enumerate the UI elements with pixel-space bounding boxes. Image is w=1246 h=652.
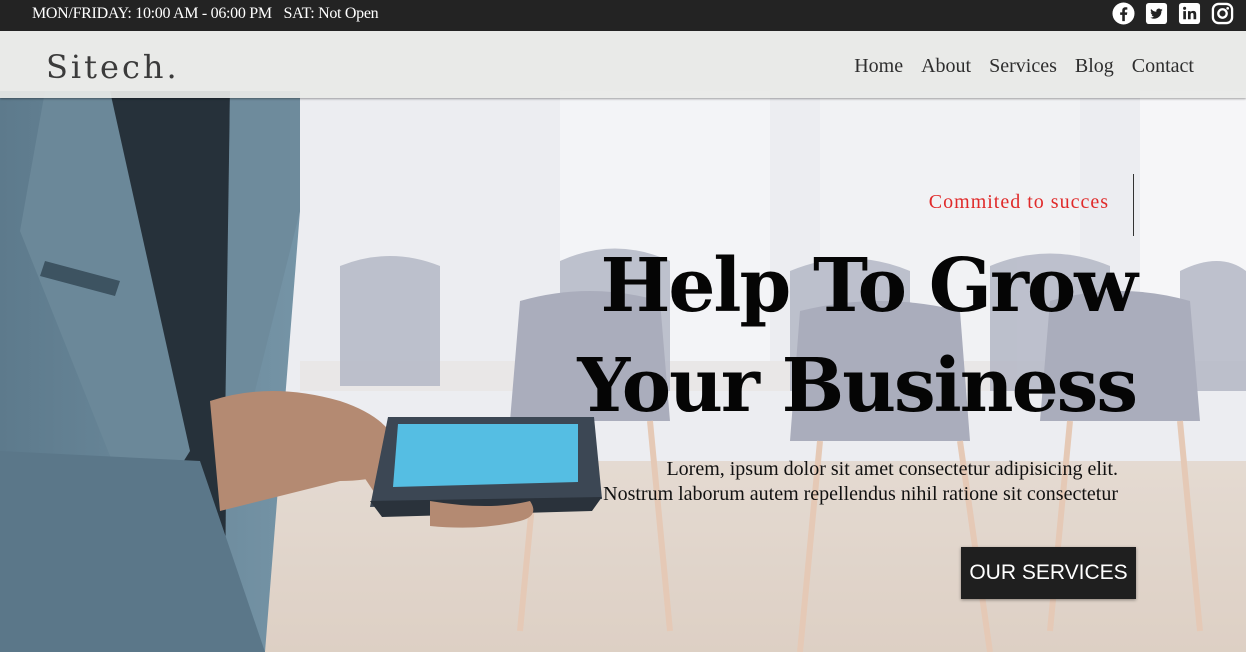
- nav-link-home[interactable]: Home: [854, 55, 903, 78]
- tagline-divider: [1133, 174, 1134, 236]
- our-services-button[interactable]: OUR SERVICES: [961, 547, 1136, 599]
- headline-line-2: Your Business: [577, 343, 1138, 429]
- nav-link-contact[interactable]: Contact: [1132, 55, 1194, 78]
- main-navbar: Sitech. Home About Services Blog Contact: [0, 31, 1246, 98]
- nav-link-services[interactable]: Services: [989, 55, 1057, 78]
- social-links: [1112, 2, 1234, 25]
- weekday-hours: MON/FRIDAY: 10:00 AM - 06:00 PM: [32, 5, 272, 22]
- headline-line-1: Help To Grow: [600, 243, 1138, 329]
- nav-links: Home About Services Blog Contact: [854, 55, 1194, 78]
- description-line-1: Lorem, ipsum dolor sit amet consectetur …: [666, 458, 1118, 480]
- instagram-icon[interactable]: [1211, 2, 1234, 25]
- nav-link-about[interactable]: About: [921, 55, 971, 78]
- hero-section: Sitech. Home About Services Blog Contact…: [0, 31, 1246, 652]
- hero-description: Lorem, ipsum dolor sit amet consectetur …: [498, 457, 1118, 507]
- linkedin-icon[interactable]: [1178, 2, 1201, 25]
- facebook-icon[interactable]: [1112, 2, 1135, 25]
- description-line-2: Nostrum laborum autem repellendus nihil …: [603, 483, 1118, 505]
- business-hours: MON/FRIDAY: 10:00 AM - 06:00 PM SAT: Not…: [32, 5, 379, 23]
- hero-tagline: Commited to succes: [928, 191, 1109, 213]
- twitter-icon[interactable]: [1145, 2, 1168, 25]
- hero-headline: Help To Grow Your Business: [496, 236, 1138, 436]
- saturday-hours: SAT: Not Open: [283, 5, 379, 22]
- nav-link-blog[interactable]: Blog: [1075, 55, 1114, 78]
- site-logo[interactable]: Sitech.: [46, 48, 180, 86]
- top-info-bar: MON/FRIDAY: 10:00 AM - 06:00 PM SAT: Not…: [0, 0, 1246, 31]
